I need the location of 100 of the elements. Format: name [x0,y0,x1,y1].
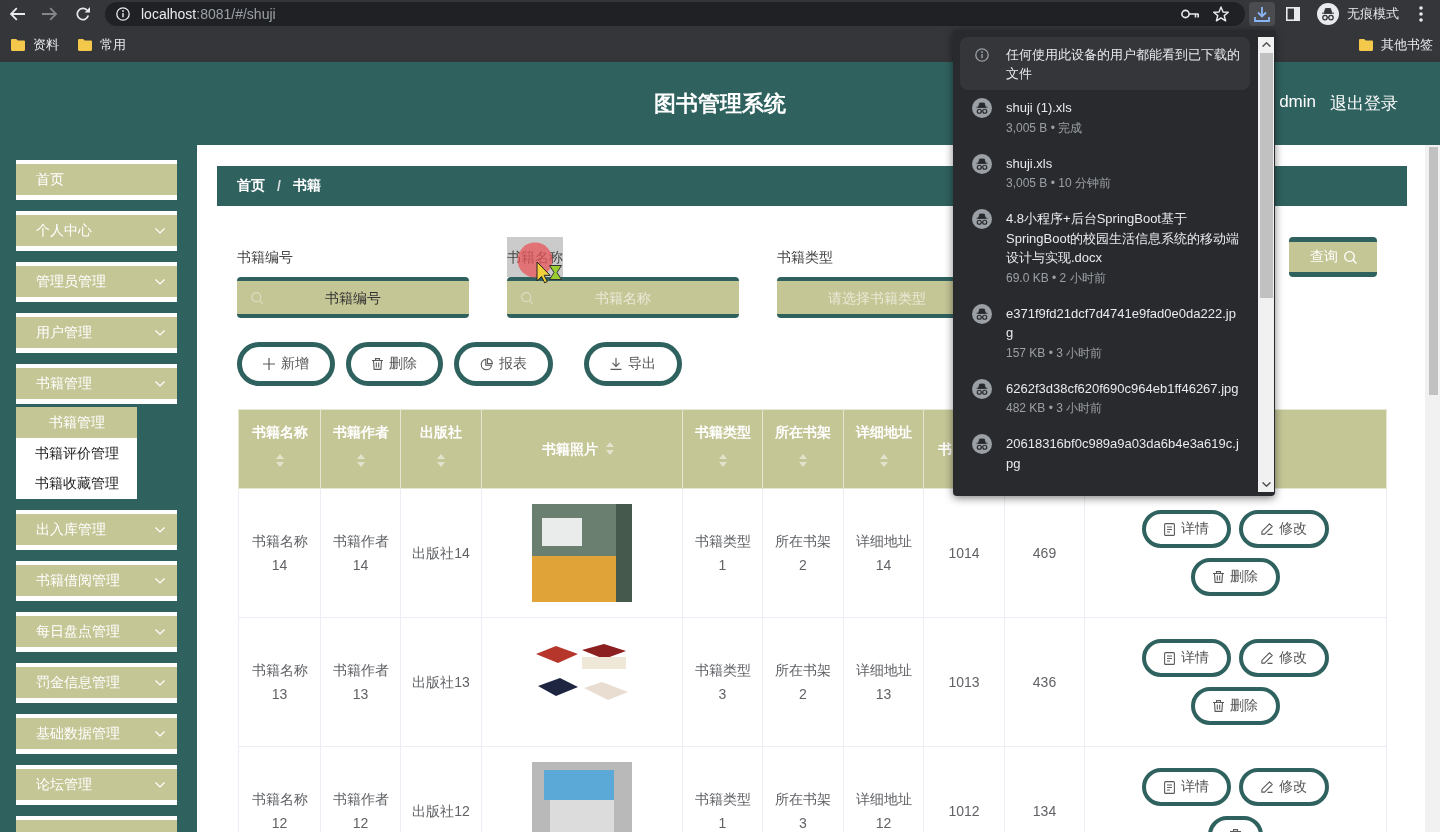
scroll-up-icon[interactable] [1261,42,1271,47]
file-name[interactable]: 4.8小程序+后台SpringBoot基于SpringBoot的校园生活信息系统的移动端设计与实现.docx [1006,209,1242,268]
table-cell: 详细地址13 [843,617,924,747]
detail-button[interactable]: 详情 [1142,768,1231,806]
submenu-item[interactable]: 书籍评价管理 [16,438,137,468]
pie-chart-icon [480,357,493,371]
scrollbar-thumb[interactable] [1259,53,1273,298]
add-button[interactable]: 新增 [237,342,335,386]
chevron-down-icon [155,628,165,635]
chevron-down-icon [155,380,165,387]
pencil-icon [1261,652,1273,664]
breadcrumb-link[interactable]: 书籍 [292,177,321,195]
side-panel-icon[interactable] [1286,7,1300,21]
back-icon[interactable] [9,7,25,21]
incognito-icon [972,98,992,118]
incognito-icon [972,378,992,399]
file-name[interactable]: shuji.xls [1006,153,1242,173]
forward-icon[interactable] [42,7,58,21]
info-icon [975,48,989,62]
star-icon[interactable] [1213,6,1229,22]
chevron-down-icon [155,227,165,234]
chevron-down-icon [155,781,165,788]
bookmark[interactable]: 其他书签 [1353,32,1439,58]
chevron-down-icon [155,526,165,533]
trash-icon [1213,700,1224,712]
scrollbar[interactable] [1425,145,1440,832]
address-bar[interactable]: localhost:8081/#/shuji [105,2,1245,26]
file-meta: 69.0 KB • 2 小时前 [1006,269,1107,287]
folder-icon [78,39,92,51]
delete-button[interactable]: 删除 [1191,558,1280,596]
trash-icon [372,358,383,370]
search-icon [251,292,263,304]
incognito-icon [972,434,992,454]
file-meta: 157 KB • 3 小时前 [1006,344,1104,362]
folder-icon [1359,39,1373,51]
chevron-down-icon [155,730,165,737]
incognito-icon [972,303,992,324]
download-button[interactable] [1249,2,1275,26]
incognito-icon [972,209,992,229]
file-name[interactable]: 20618316bf0c989a9a03da6b4e3a619c.jpg [1006,434,1242,473]
table-cell: 详细地址14 [843,488,924,618]
bookmark[interactable]: 资料 [5,32,65,58]
file-meta: 3,005 B • 10 分钟前 [1006,175,1112,192]
plus-icon [263,358,275,370]
chevron-down-icon [155,679,165,686]
scrollbar-thumb[interactable] [1429,147,1438,395]
table-cell: 书籍作者13 [320,617,401,747]
breadcrumb-separator: / [277,178,281,194]
profile-button[interactable]: 无痕模式 [1314,2,1405,26]
search-icon [1343,250,1357,264]
field-label: 书籍类型 [777,248,833,267]
file-meta: 3,005 B • 完成 [1006,119,1084,137]
edit-button[interactable]: 修改 [1239,510,1329,548]
breadcrumb-link[interactable]: 首页 [237,177,265,195]
url-text: localhost:8081/#/shuji [141,6,276,22]
delete-button[interactable]: 删除 [1191,687,1280,725]
scrollbar[interactable] [1258,37,1274,492]
table-cell: 书籍作者14 [320,488,401,618]
folder-icon [11,39,25,51]
edit-button[interactable]: 修改 [1239,639,1329,677]
download-icon [610,358,622,370]
submenu-item[interactable]: 书籍收藏管理 [16,468,137,498]
info-icon[interactable] [116,7,130,21]
reload-icon[interactable] [76,7,90,21]
logout-link[interactable]: 退出登录 [1330,92,1398,115]
file-name[interactable]: e371f9fd21dcf7d4741e9fad0e0da222.jpg [1006,303,1242,343]
export-button[interactable]: 导出 [584,342,682,386]
detail-button[interactable]: 详情 [1142,510,1231,548]
field-label: 书籍编号 [237,248,293,267]
download-icon [1254,6,1270,22]
input-field[interactable]: 书籍名称 [507,277,739,318]
pencil-icon [1261,523,1273,535]
detail-button[interactable]: 详情 [1142,639,1231,677]
document-icon [1164,780,1175,794]
file-name[interactable]: 6262f3d38cf620f690c964eb1ff46267.jpg [1006,378,1242,398]
search-icon [521,292,533,304]
incognito-icon [972,153,992,174]
report-button[interactable]: 报表 [454,342,553,386]
input-field[interactable]: 书籍编号 [237,277,469,318]
table-cell: 书籍名称12 [238,746,321,832]
table-cell: 书籍名称14 [238,488,321,618]
document-icon [1164,651,1175,665]
chevron-down-icon [155,577,165,584]
table-cell: 出版社14 [400,488,482,618]
app-title: 图书管理系统 [654,89,786,118]
chevron-down-icon [155,278,165,285]
document-icon [1164,522,1175,536]
key-icon[interactable] [1181,9,1199,19]
table-cell: 书籍类型1 [682,488,763,618]
file-name[interactable]: shuji (1).xls [1006,98,1242,118]
scroll-down-icon[interactable] [1261,482,1271,487]
bookmark[interactable]: 常用 [72,32,132,58]
more-icon[interactable] [1419,6,1423,22]
table-cell: 出版社13 [400,617,482,747]
table-cell: 436 [1004,617,1085,747]
table-cell: 所在书架2 [762,488,844,618]
edit-button[interactable]: 修改 [1239,768,1329,806]
incognito-icon [1317,3,1339,25]
delete-button[interactable]: 删除 [346,342,443,386]
table-cell: 所在书架2 [762,617,844,747]
